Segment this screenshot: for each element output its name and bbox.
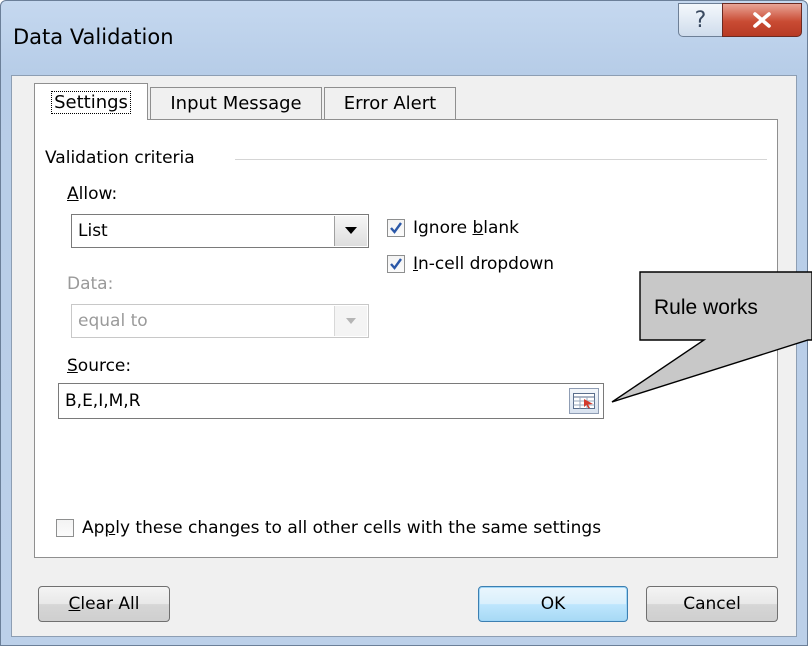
- data-dropdown: equal to: [71, 304, 369, 338]
- data-value: equal to: [78, 311, 148, 331]
- incell-dropdown-box[interactable]: [387, 255, 405, 273]
- clear-all-label: Clear All: [68, 594, 140, 614]
- chevron-down-icon: [345, 227, 357, 234]
- apply-all-checkbox[interactable]: Apply these changes to all other cells w…: [56, 518, 601, 538]
- apply-all-box[interactable]: [56, 519, 74, 537]
- tab-error-alert-label: Error Alert: [343, 93, 437, 114]
- chevron-down-icon: [346, 317, 356, 324]
- ok-button[interactable]: OK: [478, 586, 628, 622]
- allow-dropdown[interactable]: List: [71, 214, 369, 248]
- ignore-blank-checkbox[interactable]: Ignore blank: [387, 218, 519, 238]
- checkmark-icon: [390, 258, 402, 270]
- help-button[interactable]: ?: [678, 3, 723, 37]
- checkmark-icon: [390, 222, 402, 234]
- incell-dropdown-label: In-cell dropdown: [413, 254, 555, 274]
- source-value: B,E,I,M,R: [65, 391, 141, 411]
- apply-all-label: Apply these changes to all other cells w…: [82, 518, 602, 538]
- title-bar[interactable]: Data Validation ?: [1, 1, 807, 75]
- dialog-window: Data Validation ? Settings Input Message…: [0, 0, 808, 646]
- group-divider: [235, 159, 767, 160]
- ignore-blank-box[interactable]: [387, 219, 405, 237]
- help-icon: ?: [694, 7, 707, 33]
- allow-value: List: [78, 221, 108, 241]
- cancel-label: Cancel: [683, 594, 741, 614]
- source-input[interactable]: B,E,I,M,R: [58, 383, 604, 419]
- close-button[interactable]: [722, 3, 802, 37]
- cancel-button[interactable]: Cancel: [646, 586, 778, 622]
- source-label: Source:: [67, 356, 132, 376]
- collapse-range-button[interactable]: [569, 388, 599, 414]
- range-selector-icon: [573, 393, 595, 409]
- callout-text: Rule works: [654, 296, 758, 319]
- close-x-icon: [753, 12, 771, 28]
- ignore-blank-label: Ignore blank: [413, 218, 520, 238]
- allow-dropdown-button[interactable]: [334, 216, 367, 246]
- data-label: Data:: [67, 274, 114, 294]
- tab-input-message[interactable]: Input Message: [150, 87, 322, 119]
- tab-settings[interactable]: Settings: [34, 83, 148, 120]
- clear-all-button[interactable]: Clear All: [38, 586, 170, 622]
- dialog-title: Data Validation: [13, 25, 174, 49]
- validation-criteria-label: Validation criteria: [45, 148, 195, 168]
- ok-label: OK: [540, 594, 566, 614]
- dialog-client-area: Settings Input Message Error Alert Valid…: [11, 75, 797, 637]
- tab-error-alert[interactable]: Error Alert: [324, 87, 456, 119]
- settings-panel: Validation criteria Allow: List Ignore b…: [34, 119, 778, 558]
- tab-input-message-label: Input Message: [170, 93, 302, 114]
- allow-label: Allow:: [67, 184, 118, 204]
- tab-settings-label: Settings: [51, 90, 131, 114]
- data-dropdown-button: [334, 306, 367, 336]
- incell-dropdown-checkbox[interactable]: In-cell dropdown: [387, 254, 554, 274]
